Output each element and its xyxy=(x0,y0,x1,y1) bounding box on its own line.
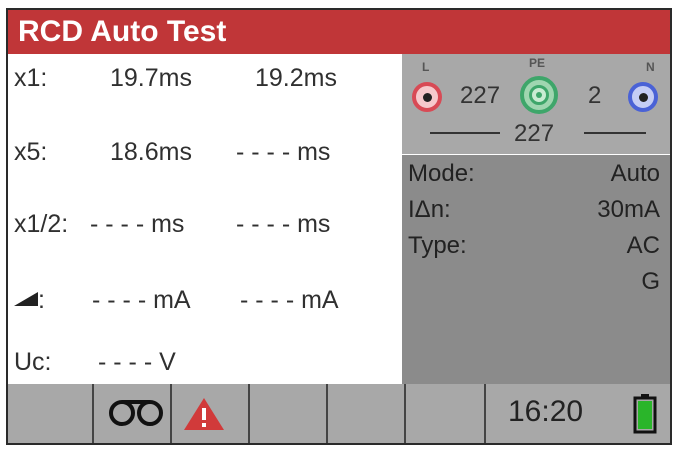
title-bar: RCD Auto Test xyxy=(8,10,670,54)
xhalf-value-1: - - - - ms xyxy=(90,210,185,238)
type-value-2: G xyxy=(641,268,660,295)
uc-value: - - - - V xyxy=(98,348,176,376)
type-row: Type: AC xyxy=(408,231,660,261)
key-divider xyxy=(92,384,94,443)
function-key-bar: 16:20 xyxy=(8,384,670,443)
terminal-l-icon xyxy=(412,82,442,112)
type-value: AC xyxy=(626,232,660,259)
pe-n-voltage: 2 xyxy=(588,82,602,109)
ramp-value-1: - - - - mA xyxy=(92,286,191,314)
x5-label: x5: xyxy=(14,138,48,166)
idn-value: 30mA xyxy=(597,196,660,223)
l-n-line-left xyxy=(430,132,500,134)
battery-icon xyxy=(633,394,657,434)
xhalf-label: x1/2: xyxy=(14,210,69,238)
xhalf-value-2: - - - - ms xyxy=(236,210,331,238)
x1-label: x1: xyxy=(14,64,48,92)
idn-row: IΔn: 30mA xyxy=(408,195,660,225)
key-divider xyxy=(326,384,328,443)
terminal-pe-label: PE xyxy=(529,56,546,70)
x5-value-1: 18.6ms xyxy=(110,138,192,166)
result-row-ramp: : - - - - mA - - - - mA xyxy=(8,280,402,320)
settings-panel: Mode: Auto IΔn: 30mA Type: AC G xyxy=(402,155,670,384)
idn-label: IΔn: xyxy=(408,196,451,223)
terminal-pe-icon xyxy=(520,76,558,114)
key-divider xyxy=(404,384,406,443)
battery-fill xyxy=(638,401,652,429)
connection-panel: L PE N 227 2 227 xyxy=(402,54,670,154)
result-row-xhalf: x1/2: - - - - ms - - - - ms xyxy=(8,204,402,244)
warning-icon[interactable] xyxy=(182,396,226,432)
page-title: RCD Auto Test xyxy=(18,15,227,48)
terminal-n-label: N xyxy=(646,60,655,74)
ramp-icon xyxy=(14,292,38,307)
key-divider xyxy=(248,384,250,443)
result-row-x5: x5: 18.6ms - - - - ms xyxy=(8,132,402,172)
x1-value-2: 19.2ms xyxy=(255,64,337,92)
key-divider xyxy=(484,384,486,443)
ramp-label-wrap: : xyxy=(14,280,45,320)
uc-label: Uc: xyxy=(14,348,52,376)
mode-row: Mode: Auto xyxy=(408,159,660,189)
ramp-label: : xyxy=(38,286,45,314)
type-row-2: G xyxy=(408,267,660,297)
result-row-uc: Uc: - - - - V xyxy=(8,342,402,382)
tape-icon[interactable] xyxy=(106,398,166,428)
terminal-n-icon xyxy=(628,82,658,112)
results-panel: x1: 19.7ms 19.2ms x5: 18.6ms - - - - ms … xyxy=(8,54,402,384)
terminal-l-label: L xyxy=(422,60,430,74)
l-pe-voltage: 227 xyxy=(460,82,501,109)
mode-value: Auto xyxy=(610,160,660,187)
clock-time: 16:20 xyxy=(508,395,584,428)
device-screen: RCD Auto Test x1: 19.7ms 19.2ms x5: 18.6… xyxy=(6,8,672,445)
result-row-x1: x1: 19.7ms 19.2ms xyxy=(8,58,402,98)
l-n-line-right xyxy=(584,132,646,134)
x1-value-1: 19.7ms xyxy=(110,64,192,92)
type-label: Type: xyxy=(408,232,467,259)
ramp-value-2: - - - - mA xyxy=(240,286,339,314)
key-divider xyxy=(170,384,172,443)
x5-value-2: - - - - ms xyxy=(236,138,331,166)
l-n-voltage: 227 xyxy=(514,120,555,147)
mode-label: Mode: xyxy=(408,160,475,187)
